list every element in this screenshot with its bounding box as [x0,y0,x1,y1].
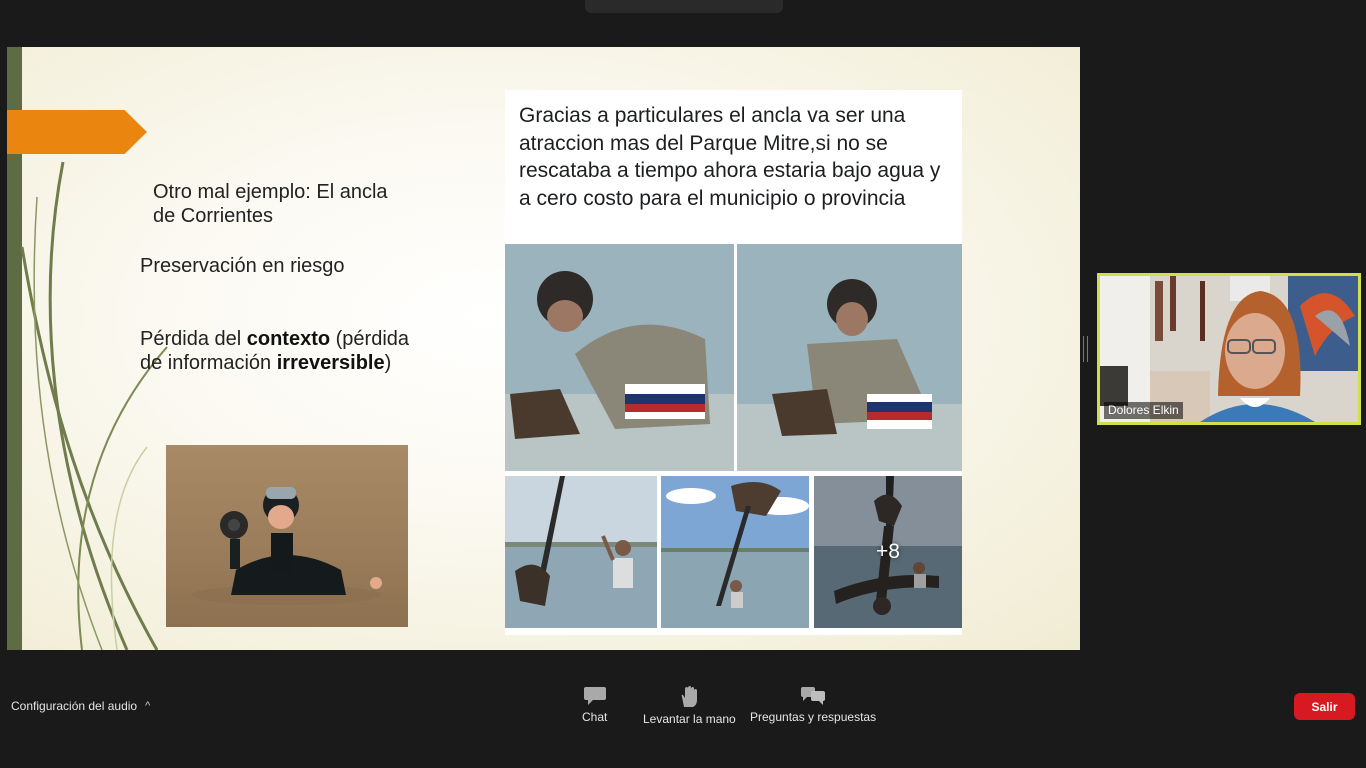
anchor-rescue-photo-more[interactable]: +8 [814,476,962,628]
anchor-rescue-photo-1 [505,244,734,471]
slide-title: Otro mal ejemplo: El ancla de Corrientes [153,181,388,227]
hand-icon [682,686,698,707]
chat-button[interactable]: Chat [582,686,607,724]
qa-bubbles-icon [801,687,826,705]
split-view-resize-handle[interactable] [1083,336,1088,362]
chat-bubble-icon [583,687,606,705]
leave-button[interactable]: Salir [1294,693,1355,720]
audio-settings-button[interactable]: Configuración del audio ^ [11,699,150,713]
slide-preservation-text: Preservación en riesgo [140,255,345,277]
audio-settings-label: Configuración del audio [11,699,138,713]
raise-hand-label: Levantar la mano [643,712,736,726]
chevron-up-icon[interactable]: ^ [145,700,150,712]
qa-button[interactable]: Preguntas y respuestas [750,686,876,724]
diver-photo [166,445,408,627]
chat-label: Chat [582,710,608,724]
anchor-rescue-photo-4 [661,476,809,628]
participant-name-tag: Dolores Elkin [1104,402,1183,419]
orange-arrow-banner [7,110,147,154]
slide-context-loss-text: Pérdida del contexto (pérdida de informa… [140,328,410,374]
facebook-post-text: Gracias a particulares el ancla va ser u… [519,104,941,210]
qa-label: Preguntas y respuestas [750,710,877,724]
participant-video-tile[interactable]: Dolores Elkin [1097,273,1361,425]
top-bar-handle[interactable] [585,0,783,13]
raise-hand-button[interactable]: Levantar la mano [643,686,736,726]
shared-screen-slide: Otro mal ejemplo: El ancla de Corrientes… [7,47,1080,650]
anchor-rescue-photo-3 [505,476,657,628]
anchor-rescue-photo-2 [737,244,962,471]
facebook-post-screenshot: Gracias a particulares el ancla va ser u… [505,90,962,635]
more-photos-count: +8 [876,540,900,563]
